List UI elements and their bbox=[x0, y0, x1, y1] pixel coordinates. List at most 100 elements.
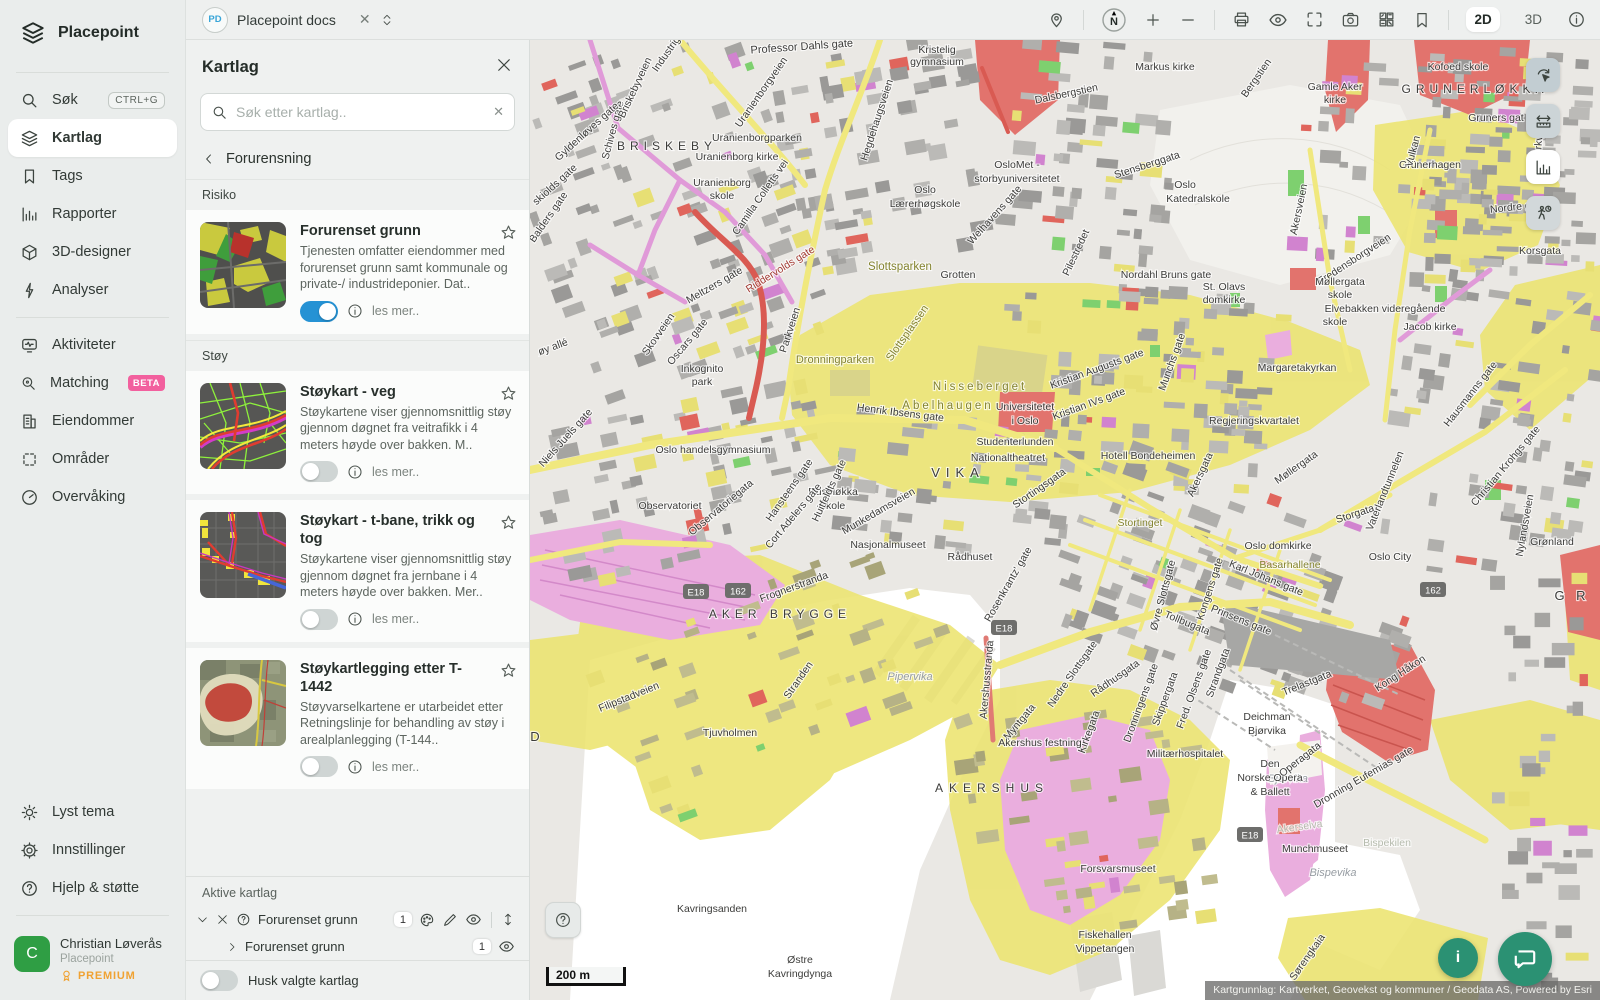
favorite-star-icon[interactable] bbox=[500, 514, 517, 536]
app-logo[interactable]: Placepoint bbox=[0, 0, 185, 64]
sidebar-item-rapporter[interactable]: Rapporter bbox=[8, 195, 177, 233]
palette-icon[interactable] bbox=[419, 912, 435, 928]
reorder-icon[interactable] bbox=[501, 912, 515, 927]
travel-time-tool[interactable] bbox=[1526, 196, 1560, 230]
mode-3d-button[interactable]: 3D bbox=[1517, 7, 1550, 32]
eye-icon[interactable] bbox=[1268, 10, 1288, 30]
sidebar-item-overvaking[interactable]: Overvåking bbox=[8, 478, 177, 516]
favorite-star-icon[interactable] bbox=[500, 224, 517, 246]
layer-card-stoykart-veg[interactable]: Støykart - veg Støykartene viser gjennom… bbox=[186, 371, 529, 495]
info-icon[interactable] bbox=[1567, 10, 1586, 29]
layer-card-stoykart-tbane[interactable]: Støykart - t-bane, trikk og tog Støykart… bbox=[186, 500, 529, 642]
question-icon bbox=[554, 911, 572, 929]
search-input[interactable] bbox=[236, 104, 485, 120]
sidebar-item-eiendommer[interactable]: Eiendommer bbox=[8, 402, 177, 440]
remove-layer-icon[interactable] bbox=[216, 913, 229, 926]
layer-card-forurenset-grunn[interactable]: Forurenset grunn Tjenesten omfatter eien… bbox=[186, 210, 529, 334]
read-more-link[interactable]: les mer.. bbox=[372, 304, 419, 318]
map-help-button[interactable] bbox=[545, 902, 581, 938]
clear-search-icon[interactable]: ✕ bbox=[493, 104, 504, 120]
doc-title: Placepoint docs bbox=[237, 12, 336, 28]
map-label: Nationaltheatret bbox=[971, 452, 1045, 464]
layers-icon bbox=[20, 129, 39, 148]
sidebar-item-analyser[interactable]: Analyser bbox=[8, 271, 177, 309]
brush-icon[interactable] bbox=[442, 912, 458, 928]
read-more-link[interactable]: les mer.. bbox=[372, 465, 419, 479]
chevron-down-icon[interactable] bbox=[196, 913, 209, 926]
sidebar-item-omrader[interactable]: Områder bbox=[8, 440, 177, 478]
chart-tool[interactable] bbox=[1526, 150, 1560, 184]
close-doc-icon[interactable]: ✕ bbox=[359, 11, 371, 28]
info-icon[interactable] bbox=[347, 611, 363, 627]
sidebar-item-tags[interactable]: Tags bbox=[8, 157, 177, 195]
chart-icon bbox=[20, 205, 39, 224]
mode-2d-button[interactable]: 2D bbox=[1466, 7, 1499, 32]
collapse-icon[interactable] bbox=[380, 12, 394, 28]
active-layer-sub-row[interactable]: Forurenset grunn 1 bbox=[186, 933, 529, 960]
favorite-star-icon[interactable] bbox=[500, 385, 517, 407]
map-label: D bbox=[530, 729, 539, 744]
map-label: Elvebakken videregående bbox=[1325, 303, 1446, 315]
sidebar-item-lyst-tema[interactable]: Lyst tema bbox=[8, 793, 177, 831]
sidebar-item-sok[interactable]: Søk CTRL+G bbox=[8, 81, 177, 119]
document-chip[interactable]: PD Placepoint docs ✕ bbox=[186, 7, 394, 33]
zoom-in-icon[interactable] bbox=[1144, 11, 1162, 29]
info-icon[interactable] bbox=[347, 303, 363, 319]
location-share-icon[interactable] bbox=[1047, 10, 1066, 29]
map-label: Uranienborgparken bbox=[712, 132, 802, 144]
chevron-right-icon[interactable] bbox=[226, 941, 238, 953]
select-rotate-tool[interactable] bbox=[1526, 58, 1560, 92]
sidebar-item-kartlag[interactable]: Kartlag bbox=[8, 119, 177, 157]
chat-fab-button[interactable] bbox=[1498, 932, 1552, 986]
user-account[interactable]: C Christian Løverås Placepoint PREMIUM bbox=[0, 924, 185, 990]
sidebar-item-innstillinger[interactable]: Innstillinger bbox=[8, 831, 177, 869]
sidebar-item-matching[interactable]: Matching BETA bbox=[8, 364, 177, 402]
map-label: AKERSHUS bbox=[935, 781, 1049, 795]
favorite-star-icon[interactable] bbox=[500, 662, 517, 684]
read-more-link[interactable]: les mer.. bbox=[372, 760, 419, 774]
compass-north-icon[interactable]: N bbox=[1101, 7, 1127, 33]
layer-toggle[interactable] bbox=[300, 301, 338, 322]
map-label: park bbox=[692, 376, 713, 388]
map-label: Kofoed skole bbox=[1428, 61, 1489, 73]
zoom-out-icon[interactable] bbox=[1179, 11, 1197, 29]
sidebar-item-aktiviteter[interactable]: Aktiviteter bbox=[8, 326, 177, 364]
fullscreen-icon[interactable] bbox=[1305, 10, 1324, 29]
layer-search[interactable]: ✕ bbox=[200, 93, 515, 131]
info-icon[interactable] bbox=[347, 759, 363, 775]
map-label: & Ballett bbox=[1250, 786, 1289, 798]
layer-thumbnail bbox=[200, 660, 286, 746]
layer-toggle[interactable] bbox=[300, 756, 338, 777]
info-icon[interactable] bbox=[347, 464, 363, 480]
breadcrumb-back[interactable]: Forurensning bbox=[186, 141, 529, 179]
layer-toggle[interactable] bbox=[300, 609, 338, 630]
map-label: G R bbox=[1554, 588, 1589, 603]
sidebar-item-hjelp[interactable]: Hjelp & støtte bbox=[8, 869, 177, 907]
active-layer-group-row[interactable]: Forurenset grunn 1 bbox=[186, 906, 529, 933]
sidebar-item-3d-designer[interactable]: 3D-designer bbox=[8, 233, 177, 271]
layer-toggle[interactable] bbox=[300, 461, 338, 482]
read-more-link[interactable]: les mer.. bbox=[372, 612, 419, 626]
placepoint-logo-icon bbox=[20, 20, 46, 46]
eye-icon[interactable] bbox=[465, 911, 482, 928]
map-label: Vippetangen bbox=[1076, 943, 1135, 955]
map-label: Nasjonalmuseet bbox=[850, 539, 925, 551]
close-panel-icon[interactable] bbox=[495, 56, 513, 79]
info-fab-button[interactable]: i bbox=[1438, 938, 1478, 978]
bookmark-icon[interactable] bbox=[1413, 11, 1431, 29]
map-canvas[interactable]: 162E18162E18E18 Professor Dahls gateKris… bbox=[530, 40, 1600, 1000]
layer-card-t1442[interactable]: Støykartlegging etter T-1442 Støyvarselk… bbox=[186, 648, 529, 790]
user-org: Placepoint bbox=[60, 953, 162, 965]
eye-icon[interactable] bbox=[498, 938, 515, 955]
remember-toggle[interactable] bbox=[200, 970, 238, 991]
map-label: Rådhuset bbox=[948, 551, 993, 563]
map-label: Fiskehallen bbox=[1078, 929, 1131, 941]
map-label: skole bbox=[710, 190, 735, 202]
remember-layers-row[interactable]: Husk valgte kartlag bbox=[186, 960, 529, 1000]
print-icon[interactable] bbox=[1232, 10, 1251, 29]
scale-bar: 200 m bbox=[546, 967, 626, 986]
divider bbox=[491, 912, 492, 928]
measure-tool[interactable] bbox=[1526, 104, 1560, 138]
camera-icon[interactable] bbox=[1341, 10, 1360, 29]
thumbnail-grid-icon[interactable] bbox=[1377, 10, 1396, 29]
